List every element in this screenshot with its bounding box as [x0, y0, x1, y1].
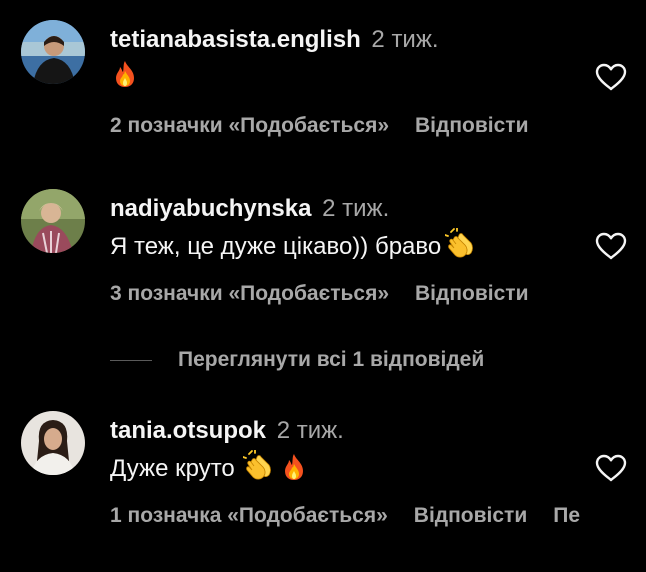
comment-time[interactable]: 2 тиж.	[371, 26, 438, 53]
avatar[interactable]	[21, 20, 85, 84]
comment-body	[110, 59, 140, 98]
comment-header: tetianabasista.english 2 тиж.	[110, 25, 439, 55]
comment-meta: 2 позначки «Подобається» Відповісти	[110, 112, 528, 140]
username[interactable]: tetianabasista.english	[110, 26, 361, 53]
divider-line	[110, 359, 152, 361]
reply-button[interactable]: Відповісти	[415, 282, 528, 305]
comment-meta: 1 позначка «Подобається» Відповісти Пе	[110, 502, 580, 530]
reply-button[interactable]: Відповісти	[414, 504, 527, 527]
comment-text: Я теж, це дуже цікаво)) браво	[110, 233, 442, 260]
username[interactable]: nadiyabuchynska	[110, 195, 311, 222]
username[interactable]: tania.otsupok	[110, 417, 266, 444]
view-replies-label: Переглянути всі 1 відповідей	[178, 348, 485, 371]
avatar[interactable]	[21, 189, 85, 253]
heart-outline-icon[interactable]	[594, 453, 628, 483]
view-replies-button[interactable]: Переглянути всі 1 відповідей	[110, 346, 484, 374]
more-option[interactable]: Пе	[553, 504, 580, 527]
fire-emoji	[279, 452, 309, 491]
likes-count[interactable]: 1 позначка «Подобається»	[110, 504, 388, 527]
comment-body: Я теж, це дуже цікаво)) браво	[110, 227, 477, 269]
comment-header: nadiyabuchynska 2 тиж.	[110, 194, 389, 224]
clapping-hands-emoji	[444, 227, 477, 269]
comment-meta: 3 позначки «Подобається» Відповісти	[110, 280, 528, 308]
comment-header: tania.otsupok 2 тиж.	[110, 416, 344, 446]
comment-text: Дуже круто	[110, 455, 235, 482]
comment-body: Дуже круто	[110, 449, 309, 491]
reply-button[interactable]: Відповісти	[415, 114, 528, 137]
comment-time[interactable]: 2 тиж.	[277, 417, 344, 444]
likes-count[interactable]: 3 позначки «Подобається»	[110, 282, 389, 305]
avatar[interactable]	[21, 411, 85, 475]
clapping-hands-emoji	[241, 449, 275, 491]
heart-outline-icon[interactable]	[594, 231, 628, 261]
comments-list: tetianabasista.english 2 тиж. 2 позначки…	[0, 0, 646, 572]
heart-outline-icon[interactable]	[594, 62, 628, 92]
fire-emoji	[110, 59, 140, 98]
likes-count[interactable]: 2 позначки «Подобається»	[110, 114, 389, 137]
comment-time[interactable]: 2 тиж.	[322, 195, 389, 222]
